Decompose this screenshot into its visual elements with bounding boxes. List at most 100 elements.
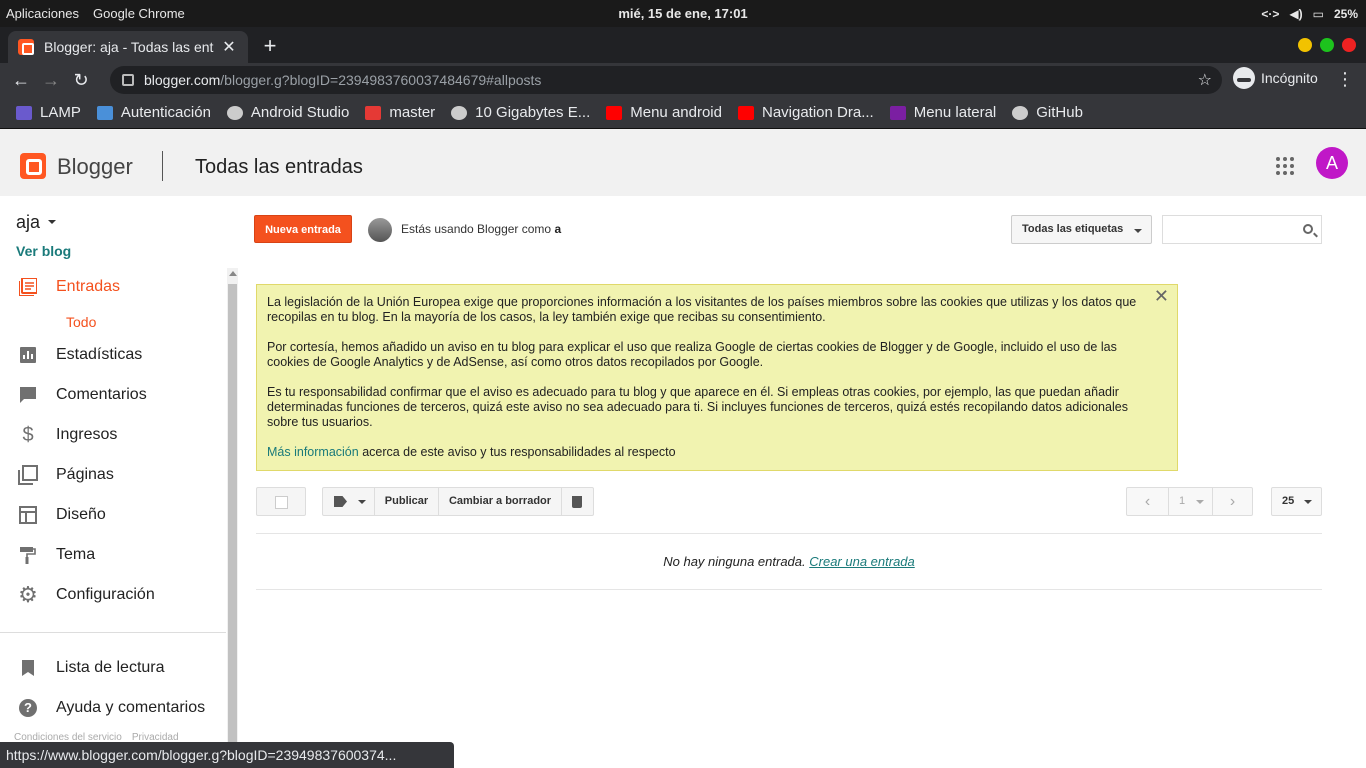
empty-text: No hay ninguna entrada. [663,554,806,569]
bookmark-android-studio[interactable]: Android Studio [226,104,349,121]
more-info-link[interactable]: Más información [267,445,359,459]
next-page-button[interactable]: › [1213,488,1252,515]
incognito-icon [1233,67,1255,89]
sidebar-item-configuracion[interactable]: ⚙ Configuración [0,577,226,613]
os-clock[interactable]: mié, 15 de ene, 17:01 [0,6,1366,21]
bookmark-label: LAMP [40,104,81,121]
per-page-select[interactable]: 25 [1271,487,1322,516]
new-tab-button[interactable]: + [258,33,282,59]
tab-title: Blogger: aja - Todas las ent [44,39,214,55]
sidebar-item-label: Lista de lectura [56,659,165,676]
browser-tab[interactable]: Blogger: aja - Todas las ent ✕ [8,31,248,63]
sidebar-item-tema[interactable]: Tema [0,537,226,573]
incognito-label: Incógnito [1261,70,1318,86]
bookmark-master[interactable]: master [365,104,435,121]
sidebar: aja Ver blog Entradas Todo Estadísticas … [0,196,226,768]
chevron-down-icon [1134,229,1142,233]
minimize-button[interactable] [1298,38,1312,52]
labels-filter-dropdown[interactable]: Todas las etiquetas [1011,215,1152,244]
publish-button[interactable]: Publicar [375,488,439,515]
posts-icon [19,278,37,296]
bookmark-autenticacion[interactable]: Autenticación [96,104,211,121]
sidebar-item-label: Diseño [56,506,106,523]
google-apps-icon[interactable] [1276,157,1294,175]
per-page-value: 25 [1282,495,1295,507]
sidebar-item-diseno[interactable]: Diseño [0,497,226,533]
select-all-checkbox[interactable] [256,487,306,516]
previous-page-button[interactable]: ‹ [1127,488,1169,515]
sidebar-divider [0,632,226,633]
blogger-logo-icon[interactable] [20,153,46,179]
create-post-link[interactable]: Crear una entrada [809,554,915,569]
battery-percent: 25% [1333,6,1358,21]
sidebar-item-lista-de-lectura[interactable]: Lista de lectura [0,650,226,686]
list-divider [256,533,1322,534]
bookmark-label: master [389,104,436,121]
bookmark-github[interactable]: GitHub [1012,104,1083,121]
using-as-user: a [554,222,562,236]
window-controls [1298,38,1356,52]
sidebar-item-paginas[interactable]: Páginas [0,457,226,493]
bookmark-lamp[interactable]: LAMP [16,104,81,121]
sidebar-item-estadisticas[interactable]: Estadísticas [0,337,226,373]
sidebar-item-ayuda[interactable]: ? Ayuda y comentarios [0,690,226,726]
volume-icon[interactable]: ◀) [1289,7,1302,21]
dollar-icon: $ [22,424,34,446]
network-icon[interactable]: <·> [1261,7,1279,21]
empty-posts-message: No hay ninguna entrada. Crear una entrad… [256,554,1322,569]
notice-paragraph-2: Por cortesía, hemos añadido un aviso en … [267,340,1117,369]
master-icon [365,105,382,120]
labels-button[interactable] [323,488,375,515]
pagination: ‹ 1 › [1126,487,1253,516]
lock-icon[interactable] [122,74,134,86]
os-app-name[interactable]: Google Chrome [93,6,185,21]
sidebar-item-entradas[interactable]: Entradas [0,269,226,305]
sidebar-item-label: Comentarios [56,386,147,403]
tab-close-icon[interactable]: ✕ [220,37,238,57]
sidebar-item-label: Ayuda y comentarios [56,699,206,716]
bookmark-menu-android[interactable]: Menu android [606,104,722,121]
account-avatar[interactable]: A [1316,147,1348,179]
blogger-header: Blogger Todas las entradas A [0,129,1366,196]
battery-icon[interactable]: ▭ [1313,7,1324,21]
browser-menu-icon[interactable]: ⋮ [1336,69,1354,90]
revert-to-draft-button[interactable]: Cambiar a borrador [439,488,562,515]
bookmark-menu-lateral[interactable]: Menu lateral [889,104,996,121]
blog-selector-caret-icon[interactable] [48,220,56,224]
close-window-button[interactable] [1342,38,1356,52]
back-arrow-icon[interactable]: ← [6,70,36,91]
header-divider [162,151,163,181]
incognito-indicator[interactable]: Incógnito [1233,67,1318,89]
blogger-brand[interactable]: Blogger [57,154,133,180]
more-info-suffix: acerca de este aviso y tus responsabilid… [362,445,676,459]
current-page: 1 [1179,495,1186,507]
blog-selector[interactable]: aja [16,212,40,233]
close-icon[interactable]: ✕ [1154,287,1169,305]
sidebar-subitem-todo[interactable]: Todo [66,314,96,330]
labels-filter-value: Todas las etiquetas [1022,223,1124,235]
os-apps-menu[interactable]: Aplicaciones [6,6,79,21]
new-post-button[interactable]: Nueva entrada [254,215,352,243]
search-icon[interactable] [1303,224,1313,234]
forward-arrow-icon[interactable]: → [36,70,66,91]
delete-button[interactable] [562,488,593,515]
sidebar-item-comentarios[interactable]: Comentarios [0,377,226,413]
address-bar[interactable]: blogger.com/blogger.g?blogID=23949837600… [110,66,1222,94]
search-input[interactable] [1162,215,1322,244]
reload-icon[interactable]: ↻ [66,70,96,91]
bookmark-navigation-drawer[interactable]: Navigation Dra... [737,104,874,121]
scroll-up-arrow-icon[interactable] [229,271,237,276]
notice-paragraph-3: Es tu responsabilidad confirmar que el a… [267,385,1128,429]
bookmark-star-icon[interactable]: ☆ [1198,70,1212,90]
maximize-button[interactable] [1320,38,1334,52]
view-blog-link[interactable]: Ver blog [16,243,71,259]
sidebar-item-label: Entradas [56,278,121,295]
checkbox-icon[interactable] [275,496,288,509]
post-actions-toolbar: Publicar Cambiar a borrador [322,487,594,516]
page-select[interactable]: 1 [1169,488,1213,515]
auth-icon [96,105,113,120]
bookmark-10-gigabytes[interactable]: 10 Gigabytes E... [451,104,590,121]
bookmark-label: Autenticación [120,104,211,121]
sidebar-scrollbar-thumb[interactable] [228,284,237,768]
sidebar-item-ingresos[interactable]: $ Ingresos [0,417,226,453]
